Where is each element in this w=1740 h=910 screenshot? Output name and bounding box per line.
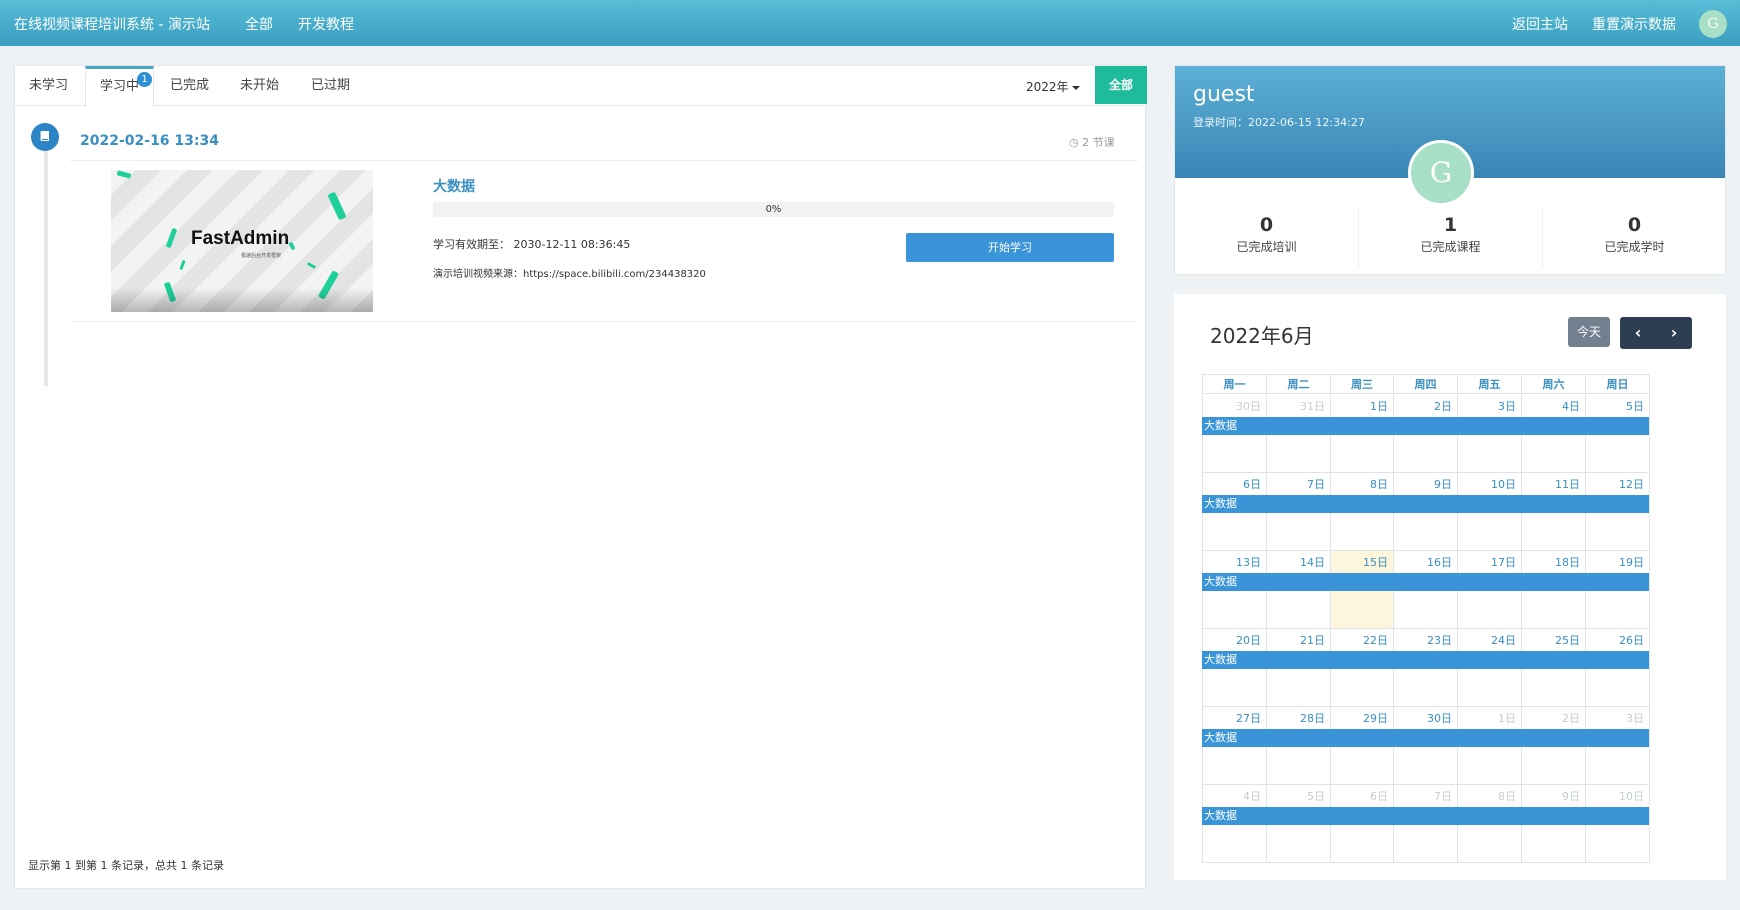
tab-label: 未开始	[240, 78, 280, 93]
logo-shard	[327, 191, 347, 221]
thumbnail-logo-text: FastAdmin	[191, 228, 290, 249]
tab-not-started[interactable]: 未开始	[226, 66, 293, 106]
stat-label: 已完成课程	[1420, 240, 1481, 254]
tab-expired[interactable]: 已过期	[297, 66, 364, 106]
course-title-link[interactable]: 大数据	[433, 176, 475, 196]
thumbnail-shade	[111, 288, 373, 312]
logo-shard	[179, 259, 186, 271]
lesson-count-text: 2 节课	[1082, 136, 1115, 149]
tab-completed[interactable]: 已完成	[156, 66, 223, 106]
valid-until-label: 学习有效期至：	[433, 238, 510, 251]
pagination-summary: 显示第 1 到第 1 条记录，总共 1 条记录	[28, 859, 224, 872]
calendar-event[interactable]: 大数据	[1202, 417, 1649, 435]
tab-studying[interactable]: 学习中 1	[85, 66, 155, 107]
tab-label: 已完成	[170, 78, 210, 93]
stat-value: 1	[1443, 214, 1458, 236]
clock-icon: ◷	[1069, 136, 1083, 149]
weekday-header: 周六	[1521, 374, 1585, 394]
calendar-event[interactable]: 大数据	[1202, 495, 1649, 513]
stat-completed-training: 0 已完成培训	[1175, 214, 1358, 255]
video-source: 演示培训视频来源：https://space.bilibili.com/2344…	[433, 265, 706, 280]
logo-shard	[288, 241, 296, 251]
start-learning-button[interactable]: 开始学习	[906, 233, 1114, 262]
profile-login-time: 登录时间：2022-06-15 12:34:27	[1193, 116, 1365, 129]
weekday-header: 周五	[1457, 374, 1521, 394]
profile-avatar: G	[1408, 140, 1474, 206]
calendar-title: 2022年6月	[1210, 324, 1314, 348]
stat-completed-hours: 0 已完成学时	[1543, 214, 1726, 255]
tab-not-studied[interactable]: 未学习	[15, 66, 82, 106]
nav-all[interactable]: 全部	[245, 14, 273, 34]
profile-username: guest	[1193, 82, 1255, 107]
calendar-border	[1649, 374, 1650, 863]
video-source-label: 演示培训视频来源：	[433, 269, 523, 280]
status-tabs: 未学习 学习中 1 已完成 未开始 已过期 2022年 全部	[15, 66, 1147, 107]
calendar-event[interactable]: 大数据	[1202, 729, 1649, 747]
timeline-line	[44, 148, 48, 386]
stat-label: 已完成培训	[1236, 240, 1297, 254]
calendar-event[interactable]: 大数据	[1202, 573, 1649, 591]
weekday-header: 周二	[1266, 374, 1330, 394]
book-icon	[31, 123, 59, 151]
profile-card: guest 登录时间：2022-06-15 12:34:27 G 0 已完成培训 …	[1174, 65, 1726, 275]
progress-label: 0%	[765, 204, 782, 215]
site-brand[interactable]: 在线视频课程培训系统 - 演示站	[14, 14, 210, 34]
today-button[interactable]: 今天	[1568, 317, 1610, 347]
caret-down-icon	[1071, 85, 1080, 90]
tab-label: 未学习	[29, 78, 69, 93]
nav-dev-tutorial[interactable]: 开发教程	[298, 14, 354, 34]
tab-label: 已过期	[311, 78, 351, 93]
year-dropdown[interactable]: 2022年	[1026, 78, 1080, 95]
all-button[interactable]: 全部	[1095, 66, 1147, 104]
weekday-header: 周三	[1330, 374, 1393, 394]
user-avatar[interactable]: G	[1699, 10, 1727, 38]
lesson-count: ◷ 2 节课	[1069, 134, 1115, 150]
course-list-panel: 未学习 学习中 1 已完成 未开始 已过期 2022年 全部 2022-02-16…	[14, 65, 1147, 889]
video-source-url[interactable]: https://space.bilibili.com/234438320	[523, 269, 706, 280]
calendar-panel: 2022年6月 今天 ‹ › 周一 周二 周三 周四 周五 周六 周日 30日 31日 1日 2日 3…	[1174, 294, 1726, 880]
valid-until: 学习有效期至： 2030-12-11 08:36:45	[433, 236, 630, 252]
logo-shard	[165, 227, 178, 249]
logo-shard	[306, 261, 317, 270]
weekday-header: 周四	[1393, 374, 1457, 394]
chevron-right-icon[interactable]: ›	[1656, 317, 1692, 349]
divider	[70, 160, 1138, 161]
weekday-header: 周一	[1202, 374, 1266, 394]
thumbnail-logo-subtitle: 极速后台开发框架	[241, 253, 282, 259]
valid-until-value: 2030-12-11 08:36:45	[513, 238, 631, 251]
stat-completed-courses: 1 已完成课程	[1359, 214, 1542, 255]
course-progress-bar: 0%	[433, 202, 1114, 217]
calendar-event[interactable]: 大数据	[1202, 807, 1649, 825]
stat-value: 0	[1627, 214, 1642, 236]
month-nav-group: ‹ ›	[1620, 317, 1692, 349]
top-navbar: 在线视频课程培训系统 - 演示站 全部 开发教程 返回主站 重置演示数据 G	[0, 0, 1740, 46]
logo-shard	[116, 170, 132, 179]
calendar-event[interactable]: 大数据	[1202, 651, 1649, 669]
weekday-header: 周日	[1585, 374, 1649, 394]
divider	[70, 321, 1138, 322]
year-value: 2022年	[1026, 80, 1069, 94]
stat-label: 已完成学时	[1604, 240, 1665, 254]
course-thumbnail[interactable]: FastAdmin 极速后台开发框架	[111, 170, 373, 312]
back-to-main-link[interactable]: 返回主站	[1512, 14, 1568, 34]
chevron-left-icon[interactable]: ‹	[1620, 317, 1656, 349]
timeline-date: 2022-02-16 13:34	[80, 133, 219, 149]
tab-label: 学习中	[100, 79, 140, 94]
stat-value: 0	[1259, 214, 1274, 236]
reset-demo-data-link[interactable]: 重置演示数据	[1592, 14, 1676, 34]
studying-count-badge: 1	[137, 72, 152, 87]
